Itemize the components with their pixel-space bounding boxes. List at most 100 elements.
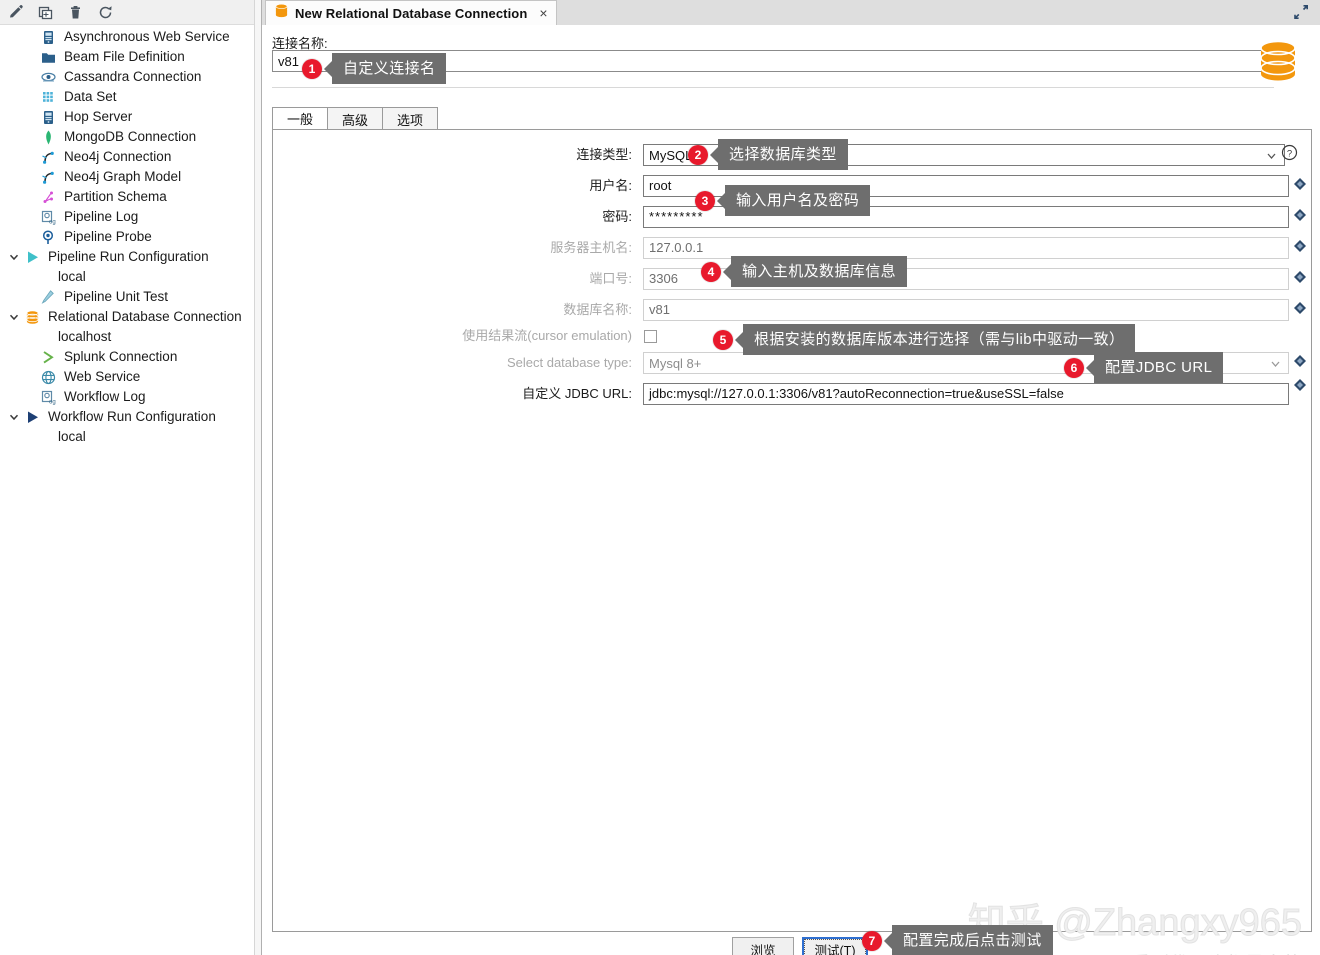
tree-item-web-service[interactable]: Web Service [0, 367, 261, 387]
tree-item-label: Splunk Connection [64, 349, 178, 364]
tree-item-label: Relational Database Connection [48, 309, 242, 324]
callout-arrow-icon [884, 932, 892, 949]
database-type-value: Mysql 8+ [649, 355, 702, 371]
database-name-input[interactable]: v81 [643, 299, 1289, 321]
label-database-name: 数据库名称: [563, 302, 632, 317]
tab-options[interactable]: 选项 [382, 107, 439, 130]
tree-item-pipeline-probe[interactable]: Pipeline Probe [0, 227, 261, 247]
tab-general[interactable]: 一般 [272, 107, 329, 130]
test-button[interactable]: 测试(T) [802, 937, 868, 955]
partition-icon [38, 188, 58, 206]
server-icon [38, 28, 58, 46]
panel-divider[interactable] [254, 0, 262, 955]
tree-item-label: Neo4j Graph Model [64, 169, 182, 184]
chevron-down-icon [1265, 149, 1278, 162]
tree-item-local[interactable]: local [0, 267, 261, 287]
callout-arrow-icon [717, 192, 725, 209]
splunk-icon [38, 348, 58, 366]
callout-4: 4 输入主机及数据库信息 [701, 256, 908, 287]
close-icon[interactable]: × [539, 5, 547, 21]
edit-icon[interactable] [6, 3, 24, 21]
play-teal-icon [22, 248, 42, 266]
tree-item-partition-schema[interactable]: Partition Schema [0, 187, 261, 207]
svg-text:og: og [49, 399, 56, 405]
tree-item-hop-server[interactable]: Hop Server [0, 107, 261, 127]
tree-item-mongodb-connection[interactable]: MongoDB Connection [0, 127, 261, 147]
callout-5: 5 根据安装的数据库版本进行选择（需与lib中驱动一致） [713, 324, 1136, 355]
chevron-down-icon[interactable] [6, 249, 22, 265]
tree-item-label: Web Service [64, 369, 141, 384]
help-icon[interactable]: ? [1281, 144, 1298, 161]
explorer-tree: Asynchronous Web Service Beam File Defini… [0, 25, 261, 447]
variable-diamond-icon[interactable] [1293, 354, 1307, 368]
variable-diamond-icon[interactable] [1293, 208, 1307, 222]
variable-diamond-icon[interactable] [1293, 239, 1307, 253]
tree-item-neo4j-graph-model[interactable]: Neo4j Graph Model [0, 167, 261, 187]
chevron-down-icon[interactable] [6, 409, 22, 425]
callout-text: 配置JDBC URL [1094, 352, 1224, 383]
callout-arrow-icon [324, 60, 332, 77]
callout-badge: 2 [688, 144, 708, 165]
tree-item-pipeline-run-configuration[interactable]: Pipeline Run Configuration [0, 247, 261, 267]
connection-type-value: MySQL [649, 147, 693, 163]
editor-tabbar: New Relational Database Connection × [262, 0, 1320, 25]
duplicate-icon[interactable] [36, 3, 54, 21]
tab-new-relational-database-connection[interactable]: New Relational Database Connection × [265, 0, 557, 25]
variable-diamond-icon[interactable] [1293, 378, 1307, 392]
tree-item-workflow-log[interactable]: og Workflow Log [0, 387, 261, 407]
tree-item-workflow-run-configuration[interactable]: Workflow Run Configuration [0, 407, 261, 427]
variable-diamond-icon[interactable] [1293, 301, 1307, 315]
tree-item-neo4j-connection[interactable]: Neo4j Connection [0, 147, 261, 167]
delete-icon[interactable] [66, 3, 84, 21]
browse-button[interactable]: 浏览 [732, 937, 794, 955]
tree-item-data-set[interactable]: Data Set [0, 87, 261, 107]
tree-item-beam-file-definition[interactable]: Beam File Definition [0, 47, 261, 67]
chevron-down-icon[interactable] [6, 309, 22, 325]
tree-item-pipeline-unit-test[interactable]: Pipeline Unit Test [0, 287, 261, 307]
restore-icon[interactable] [1292, 3, 1310, 21]
probe-icon [38, 228, 58, 246]
cursor-emulation-checkbox[interactable] [644, 330, 657, 343]
label-hostname: 服务器主机名: [550, 240, 632, 255]
callout-badge: 6 [1064, 357, 1084, 378]
tree-item-pipeline-log[interactable]: og Pipeline Log [0, 207, 261, 227]
tree-item-label: Workflow Run Configuration [48, 409, 216, 424]
tree-item-local[interactable]: local [0, 427, 261, 447]
tree-item-label: MongoDB Connection [64, 129, 197, 144]
chevron-down-icon [1269, 357, 1282, 370]
tree-item-cassandra-connection[interactable]: Cassandra Connection [0, 67, 261, 87]
tree-item-label: Pipeline Probe [64, 229, 152, 244]
callout-text: 选择数据库类型 [718, 139, 848, 170]
tab-title: New Relational Database Connection [295, 5, 528, 21]
variable-diamond-icon[interactable] [1293, 177, 1307, 191]
callout-badge: 7 [862, 930, 882, 951]
explorer-toolbar [0, 0, 261, 25]
app-window: Asynchronous Web Service Beam File Defini… [0, 0, 1320, 955]
callout-3: 3 输入用户名及密码 [695, 185, 871, 216]
divider-line [272, 87, 1274, 88]
tree-item-splunk-connection[interactable]: Splunk Connection [0, 347, 261, 367]
label-password: 密码: [602, 209, 632, 224]
tree-item-relational-database-connection[interactable]: Relational Database Connection [0, 307, 261, 327]
tree-item-label: local [58, 429, 86, 444]
callout-badge: 3 [695, 190, 715, 211]
cassandra-icon [38, 68, 58, 86]
tree-item-asynchronous-web-service[interactable]: Asynchronous Web Service [0, 27, 261, 47]
tree-item-label: local [58, 269, 86, 284]
jdbc-url-input[interactable]: jdbc:mysql://127.0.0.1:3306/v81?autoReco… [643, 383, 1289, 405]
variable-diamond-icon[interactable] [1293, 270, 1307, 284]
tab-advanced[interactable]: 高级 [327, 107, 384, 130]
tree-item-label: Pipeline Unit Test [64, 289, 169, 304]
svg-text:?: ? [1287, 148, 1292, 159]
label-connection-type: 连接类型: [576, 147, 632, 162]
callout-badge: 4 [701, 261, 721, 282]
callout-text: 输入用户名及密码 [725, 185, 871, 216]
button-row: 浏览 测试(T) [262, 937, 1320, 955]
refresh-icon[interactable] [96, 3, 114, 21]
tree-item-label: Cassandra Connection [64, 69, 202, 84]
tree-item-label: Pipeline Log [64, 209, 139, 224]
tree-item-localhost[interactable]: localhost [0, 327, 261, 347]
